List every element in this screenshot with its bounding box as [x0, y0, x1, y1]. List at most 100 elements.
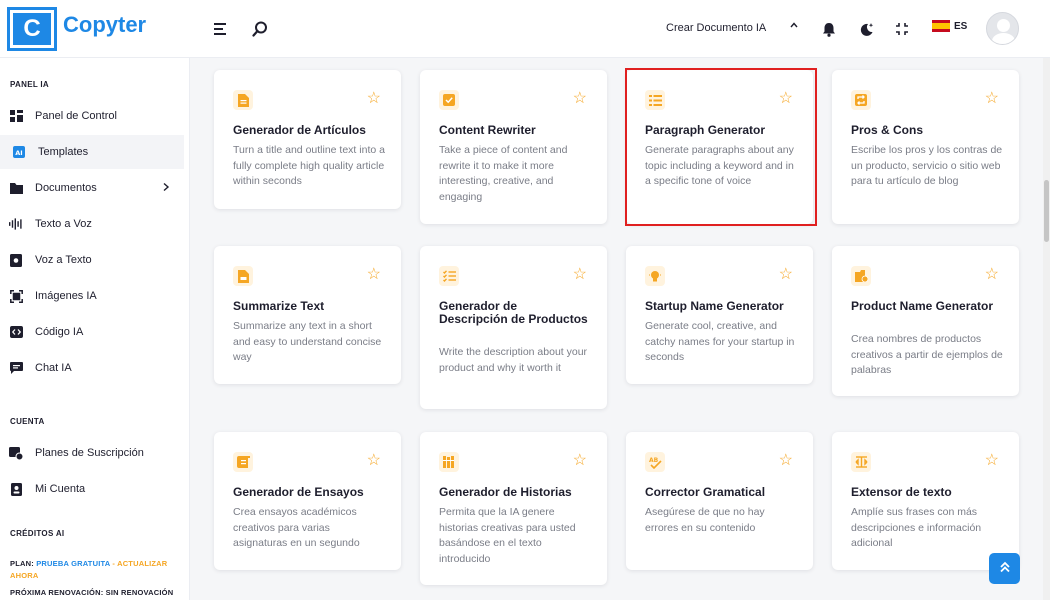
- sidebar-item-label: Panel de Control: [35, 110, 117, 122]
- scroll-to-top-button[interactable]: [989, 553, 1020, 584]
- star-icon[interactable]: ☆: [985, 90, 999, 108]
- template-card-corrector-gramatical[interactable]: AB ☆ Corrector Gramatical Asegúrese de q…: [626, 432, 813, 570]
- double-chevron-up-icon: [999, 560, 1011, 578]
- template-card-content-rewriter[interactable]: ☆ Content Rewriter Take a piece of conte…: [420, 70, 607, 224]
- chevron-up-icon[interactable]: [789, 20, 799, 33]
- card-description: Write the description about your product…: [439, 346, 588, 374]
- brand-name[interactable]: Copyter: [63, 12, 146, 38]
- star-icon[interactable]: ☆: [573, 266, 587, 284]
- sidebar-item-texto-a-voz[interactable]: Texto a Voz: [0, 207, 184, 241]
- spain-flag-icon: [932, 20, 950, 32]
- sidebar-item-chat-ia[interactable]: Chat IA: [0, 351, 184, 385]
- star-icon[interactable]: ☆: [779, 266, 793, 284]
- card-title: Summarize Text: [233, 299, 325, 313]
- sidebar-item-label: Texto a Voz: [35, 218, 92, 230]
- sidebar-item-voz-a-texto[interactable]: Voz a Texto: [0, 243, 184, 277]
- checkbox-icon: [439, 90, 459, 110]
- sidebar-item-codigo-ia[interactable]: Código IA: [0, 315, 184, 349]
- code-icon: [9, 325, 23, 339]
- image-scan-icon: [9, 289, 23, 303]
- card-description: Asegúrese de que no hay errores en su co…: [645, 506, 765, 534]
- voice-file-icon: [9, 253, 23, 267]
- collapse-icon[interactable]: [891, 18, 913, 40]
- card-title: Corrector Gramatical: [645, 485, 766, 499]
- card-title: Startup Name Generator: [645, 299, 784, 313]
- plan-prefix: PLAN:: [10, 559, 34, 568]
- lightbulb-icon: [645, 266, 665, 286]
- sidebar-item-documentos[interactable]: Documentos: [0, 171, 184, 205]
- sidebar-item-panel-de-control[interactable]: Panel de Control: [0, 99, 184, 133]
- card-description: Crea ensayos académicos creativos para v…: [233, 506, 360, 549]
- file-icon: [233, 266, 253, 286]
- sidebar-item-label: Templates: [38, 146, 89, 158]
- template-card-generador-articulos[interactable]: ☆ Generador de Artículos Turn a title an…: [214, 70, 401, 209]
- star-icon[interactable]: ☆: [779, 452, 793, 470]
- section-label-creditos: CRÉDITOS AI: [10, 529, 65, 538]
- card-description: Summarize any text in a short and easy t…: [233, 320, 382, 363]
- renewal-info: PRÓXIMA RENOVACIÓN: SIN RENOVACIÓN: [10, 588, 174, 597]
- template-card-product-name-generator[interactable]: ☆ Product Name Generator Crea nombres de…: [832, 246, 1019, 396]
- sidebar-item-mi-cuenta[interactable]: Mi Cuenta: [0, 472, 184, 506]
- sidebar-item-imagenes-ia[interactable]: Imágenes IA: [0, 279, 184, 313]
- star-icon[interactable]: ☆: [779, 90, 793, 108]
- chevron-right-icon: [162, 182, 170, 195]
- plan-name: PRUEBA GRATUITA: [36, 559, 111, 568]
- card-description: Generate cool, creative, and catchy name…: [645, 320, 795, 363]
- card-description: Crea nombres de productos creativos a pa…: [851, 333, 1003, 376]
- scrollbar-thumb[interactable]: [1044, 180, 1049, 242]
- sidebar-item-templates[interactable]: AI Templates: [0, 135, 184, 169]
- theme-toggle-icon[interactable]: [855, 18, 877, 40]
- page-scrollbar[interactable]: [1043, 58, 1050, 600]
- template-card-startup-name-generator[interactable]: ☆ Startup Name Generator Generate cool, …: [626, 246, 813, 384]
- logo-letter: C: [13, 13, 51, 45]
- card-description: Permita que la IA genere historias creat…: [439, 506, 576, 565]
- sidebar: PANEL IA Panel de Control AI Templates D…: [0, 58, 190, 600]
- language-selector[interactable]: ES: [932, 20, 967, 32]
- template-card-pros-cons[interactable]: ☆ Pros & Cons Escribe los pros y los con…: [832, 70, 1019, 224]
- avatar[interactable]: [986, 12, 1019, 45]
- star-icon[interactable]: ☆: [367, 90, 381, 108]
- card-description: Generate paragraphs about any topic incl…: [645, 144, 794, 187]
- search-icon[interactable]: [249, 18, 271, 40]
- sidebar-item-label: Código IA: [35, 326, 84, 338]
- checklist-icon: [439, 266, 459, 286]
- star-icon[interactable]: ☆: [985, 266, 999, 284]
- create-document-button[interactable]: Crear Documento IA: [666, 22, 766, 34]
- subscription-icon: [9, 446, 23, 460]
- star-icon[interactable]: ☆: [985, 452, 999, 470]
- section-label-panel: PANEL IA: [10, 80, 49, 89]
- star-icon[interactable]: ☆: [367, 266, 381, 284]
- card-description: Amplíe sus frases con más descripciones …: [851, 506, 982, 549]
- template-card-summarize-text[interactable]: ☆ Summarize Text Summarize any text in a…: [214, 246, 401, 384]
- soundwave-icon: [9, 217, 23, 231]
- expand-text-icon: [851, 452, 871, 472]
- card-title: Product Name Generator: [851, 299, 994, 313]
- template-card-generador-historias[interactable]: ☆ Generador de Historias Permita que la …: [420, 432, 607, 585]
- section-label-cuenta: CUENTA: [10, 417, 45, 426]
- bell-icon[interactable]: [818, 18, 840, 40]
- template-card-descripcion-productos[interactable]: ☆ Generador de Descripción de Productos …: [420, 246, 607, 409]
- star-icon[interactable]: ☆: [573, 452, 587, 470]
- card-title: Generador de Historias: [439, 485, 572, 499]
- template-card-paragraph-generator[interactable]: ☆ Paragraph Generator Generate paragraph…: [626, 70, 813, 224]
- account-icon: [9, 482, 23, 496]
- dashboard-icon: [9, 109, 23, 123]
- sidebar-item-label: Voz a Texto: [35, 254, 92, 266]
- swap-icon: [851, 90, 871, 110]
- logo[interactable]: C: [7, 7, 57, 51]
- card-title: Generador de Artículos: [233, 123, 366, 137]
- books-icon: [439, 452, 459, 472]
- menu-icon[interactable]: [210, 18, 232, 40]
- svg-text:AB: AB: [649, 457, 659, 464]
- template-card-generador-ensayos[interactable]: ☆ Generador de Ensayos Crea ensayos acad…: [214, 432, 401, 570]
- sidebar-item-label: Planes de Suscripción: [35, 447, 144, 459]
- star-icon[interactable]: ☆: [367, 452, 381, 470]
- sidebar-item-label: Chat IA: [35, 362, 72, 374]
- sidebar-item-label: Imágenes IA: [35, 290, 97, 302]
- card-title: Pros & Cons: [851, 123, 924, 137]
- sidebar-item-planes[interactable]: Planes de Suscripción: [0, 436, 184, 470]
- template-card-extensor-texto[interactable]: ☆ Extensor de texto Amplíe sus frases co…: [832, 432, 1019, 570]
- card-description: Take a piece of content and rewrite it t…: [439, 144, 568, 203]
- star-icon[interactable]: ☆: [573, 90, 587, 108]
- card-title: Content Rewriter: [439, 123, 536, 137]
